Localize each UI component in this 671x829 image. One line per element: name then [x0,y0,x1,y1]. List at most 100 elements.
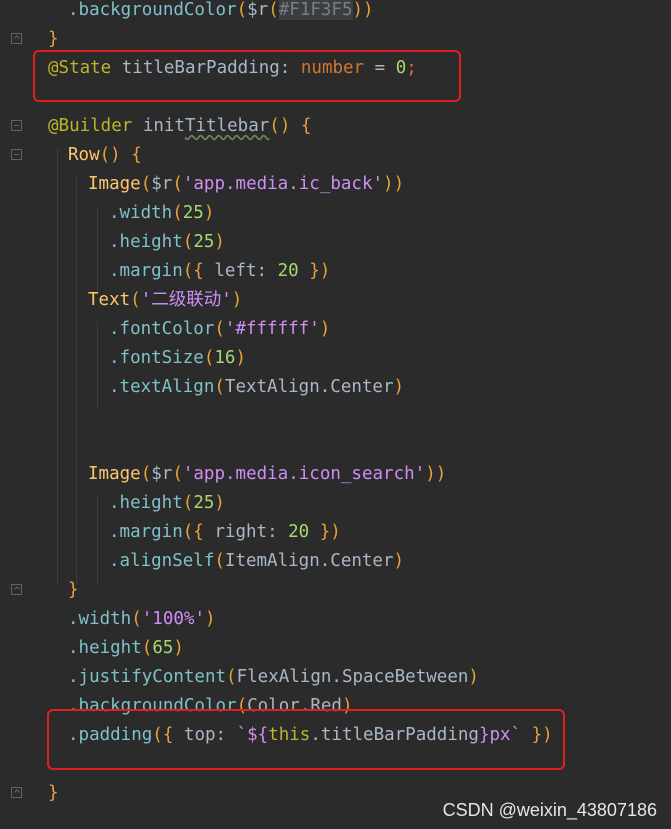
code-line[interactable]: .fontSize(16) [109,344,246,373]
code-token: 'app.media.icon_search' [182,464,426,484]
fold-open-icon[interactable] [11,120,22,131]
code-token: Image [88,174,141,194]
code-token: ) [231,290,243,310]
code-token: .backgroundColor [68,0,237,20]
code-token: 16 [214,348,236,368]
code-line[interactable]: .height(25) [109,489,225,518]
indent-guide [97,496,98,584]
code-line[interactable]: .width('100%') [68,605,216,634]
code-token: ( [214,319,225,339]
fold-end-icon[interactable] [11,787,22,798]
code-token: .justifyContent [68,667,227,687]
code-token: ) [235,348,246,368]
code-token: init [132,116,185,136]
code-line[interactable]: @Builder initTitlebar() { [48,112,311,141]
code-token: Center [330,377,394,397]
code-token: )) [352,0,374,20]
fold-open-icon[interactable] [11,149,22,160]
code-token: 20 [277,261,299,281]
code-token: SpaceBetween [341,667,469,687]
code-token: 25 [193,493,215,513]
code-token: ) [214,493,225,513]
code-token: ) [214,232,225,252]
code-token: $r [151,174,173,194]
code-token: Center [330,551,394,571]
code-editor[interactable]: .backgroundColor($r(#F1F3F5)) } @State t… [0,0,671,829]
code-line[interactable]: .fontColor('#ffffff') [109,315,330,344]
indent-guide [57,148,58,586]
code-token: () { [99,145,142,165]
fold-end-icon[interactable] [11,584,22,595]
code-token: ({ [182,261,215,281]
highlight-box [47,709,565,770]
code-token: @Builder [48,116,133,136]
code-token: )) [425,464,447,484]
code-line[interactable]: .justifyContent(FlexAlign.SpaceBetween) [68,663,479,692]
fold-end-icon[interactable] [11,33,22,44]
code-token: Image [88,464,141,484]
code-token: .height [109,232,183,252]
code-token: 'app.media.ic_back' [182,174,384,194]
code-line[interactable]: Row() { [68,141,142,170]
code-token: .margin [109,522,183,542]
color-literal: #F1F3F5 [278,0,353,20]
code-token: () { [269,116,312,136]
code-line[interactable]: Text('二级联动') [88,286,242,315]
code-token: '二级联动' [140,290,232,310]
code-token: ) [204,609,216,629]
code-line[interactable]: .height(25) [109,228,225,257]
editor-gutter [0,0,34,829]
code-token: )) [383,174,405,194]
code-token: ( [140,464,152,484]
watermark: CSDN @weixin_43807186 [442,800,657,820]
code-token: $r [247,0,269,20]
code-line[interactable]: } [68,576,79,605]
code-token: ( [268,0,279,20]
code-token: $r [151,464,173,484]
code-line[interactable]: .height(65) [68,634,184,663]
code-line[interactable]: .width(25) [109,199,214,228]
code-token: ( [172,464,183,484]
code-token: ( [236,0,248,20]
code-token: '100%' [141,609,205,629]
code-token: .height [68,638,142,658]
code-token: .margin [109,261,183,281]
code-token: ( [182,232,194,252]
code-token: right [214,522,268,542]
code-token: } [48,29,59,49]
code-token: Titlebar [184,116,270,136]
code-token: Row [68,145,100,165]
code-token: . [319,551,331,571]
code-token: TextAlign [224,377,320,397]
code-token: FlexAlign [236,667,332,687]
code-token: .fontSize [109,348,204,368]
code-token: ( [226,667,237,687]
code-token: } [68,580,79,600]
code-token: ( [141,638,153,658]
code-token: ( [182,493,194,513]
code-token: ItemAlign [224,551,320,571]
code-token: Text [88,290,131,310]
code-line[interactable]: .textAlign(TextAlign.Center) [109,373,404,402]
code-token: ( [214,551,225,571]
code-token: }) [298,261,331,281]
code-token: ) [203,203,215,223]
code-token: left [214,261,257,281]
indent-guide [97,206,98,294]
code-line[interactable]: .backgroundColor($r(#F1F3F5)) [68,0,374,25]
code-token: .textAlign [109,377,215,397]
code-token: ) [319,319,331,339]
code-token: : [256,261,278,281]
code-line[interactable]: Image($r('app.media.ic_back')) [88,170,404,199]
code-line[interactable]: .alignSelf(ItemAlign.Center) [109,547,404,576]
highlight-box [33,50,461,102]
code-line[interactable]: } [48,779,59,808]
code-line[interactable]: Image($r('app.media.icon_search')) [88,460,446,489]
code-line[interactable]: .margin({ right: 20 }) [109,518,341,547]
code-token: ) [468,667,479,687]
code-token: . [319,377,331,397]
code-line[interactable]: .margin({ left: 20 }) [109,257,330,286]
code-token: '#ffffff' [224,319,320,339]
code-token: ( [214,377,225,397]
code-token: 65 [152,638,174,658]
